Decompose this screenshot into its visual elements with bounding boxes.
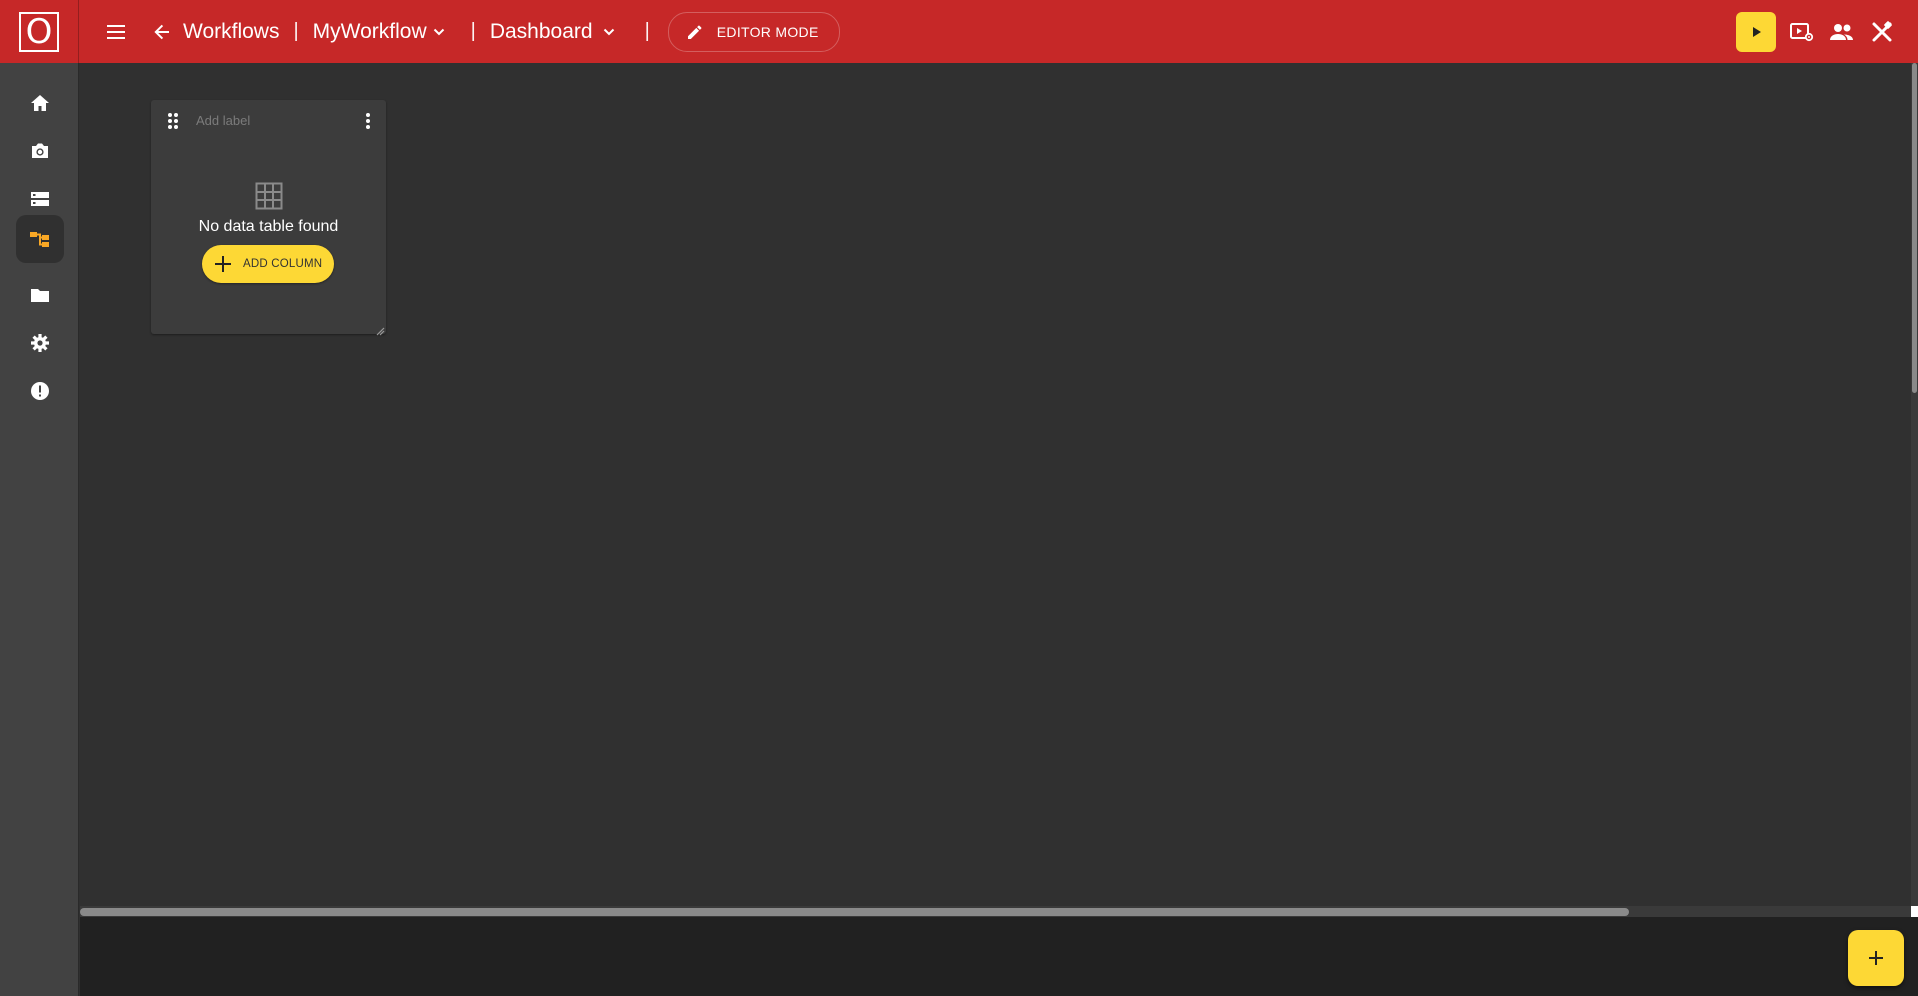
vertical-scrollbar[interactable]	[1911, 63, 1918, 906]
widget-label-input[interactable]: Add label	[196, 113, 250, 128]
people-icon	[1830, 23, 1853, 40]
plus-icon	[213, 254, 233, 274]
preview-settings-button[interactable]	[1786, 12, 1818, 52]
drag-handle-icon[interactable]	[163, 111, 183, 131]
add-widget-fab[interactable]	[1848, 930, 1904, 986]
folder-icon	[31, 289, 49, 302]
workflow-tree-icon	[30, 232, 49, 247]
resize-handle-icon[interactable]	[375, 323, 385, 336]
add-column-label: ADD COLUMN	[243, 258, 323, 270]
nav-home[interactable]	[16, 79, 64, 127]
logo-container: O	[0, 0, 79, 63]
nav-workflows[interactable]	[16, 215, 64, 263]
breadcrumb-separator: |	[644, 20, 650, 42]
breadcrumb-separator: |	[293, 20, 299, 42]
nav-files[interactable]	[16, 271, 64, 319]
horizontal-scrollbar[interactable]	[80, 906, 1911, 917]
top-app-bar: O Workflows | MyWorkflow | Dashboard | E…	[0, 0, 1918, 63]
nav-camera[interactable]	[16, 127, 64, 175]
scrollbar-corner	[1911, 906, 1918, 917]
left-nav-sidebar	[0, 63, 79, 996]
plus-icon	[1869, 951, 1883, 965]
workflow-name: MyWorkflow	[312, 19, 427, 43]
breadcrumb-workflows[interactable]: Workflows	[183, 20, 279, 44]
tools-close-icon	[1872, 20, 1892, 41]
preview-settings-icon	[1790, 22, 1814, 41]
app-logo[interactable]: O	[19, 11, 59, 52]
editor-mode-label: EDITOR MODE	[716, 23, 819, 40]
dashboard-canvas[interactable]: Add label No data table found ADD COLUMN	[80, 63, 1911, 906]
workflow-selector[interactable]: MyWorkflow	[313, 20, 447, 44]
camera-icon	[32, 143, 48, 158]
bottom-panel	[80, 917, 1918, 996]
tools-close-button[interactable]	[1866, 12, 1898, 52]
empty-table-message: No data table found	[198, 218, 339, 235]
play-icon	[1753, 26, 1761, 37]
view-selector[interactable]: Dashboard	[490, 20, 617, 44]
vertical-scrollbar-thumb[interactable]	[1912, 63, 1917, 393]
horizontal-scrollbar-thumb[interactable]	[80, 908, 1629, 916]
breadcrumb-separator: |	[470, 20, 476, 42]
nav-alerts[interactable]	[16, 367, 64, 415]
chevron-down-icon	[433, 28, 444, 35]
topbar-actions	[1736, 0, 1918, 63]
chevron-down-icon	[603, 28, 614, 35]
more-vert-icon[interactable]	[362, 111, 374, 131]
hamburger-menu-icon[interactable]	[101, 17, 131, 47]
people-button[interactable]	[1826, 12, 1858, 52]
view-name: Dashboard	[489, 19, 593, 43]
pencil-icon	[687, 25, 702, 39]
add-column-button[interactable]: ADD COLUMN	[202, 245, 334, 283]
table-grid-icon	[255, 182, 283, 215]
alert-circle-icon	[31, 382, 49, 400]
arrow-left-icon[interactable]	[149, 17, 175, 47]
editor-mode-button[interactable]: EDITOR MODE	[667, 11, 840, 52]
data-table-widget[interactable]: Add label No data table found ADD COLUMN	[151, 100, 386, 336]
nav-settings[interactable]	[16, 319, 64, 367]
home-icon	[31, 95, 49, 111]
storage-icon	[31, 192, 49, 206]
settings-gear-icon	[31, 334, 49, 352]
run-button[interactable]	[1736, 11, 1776, 52]
